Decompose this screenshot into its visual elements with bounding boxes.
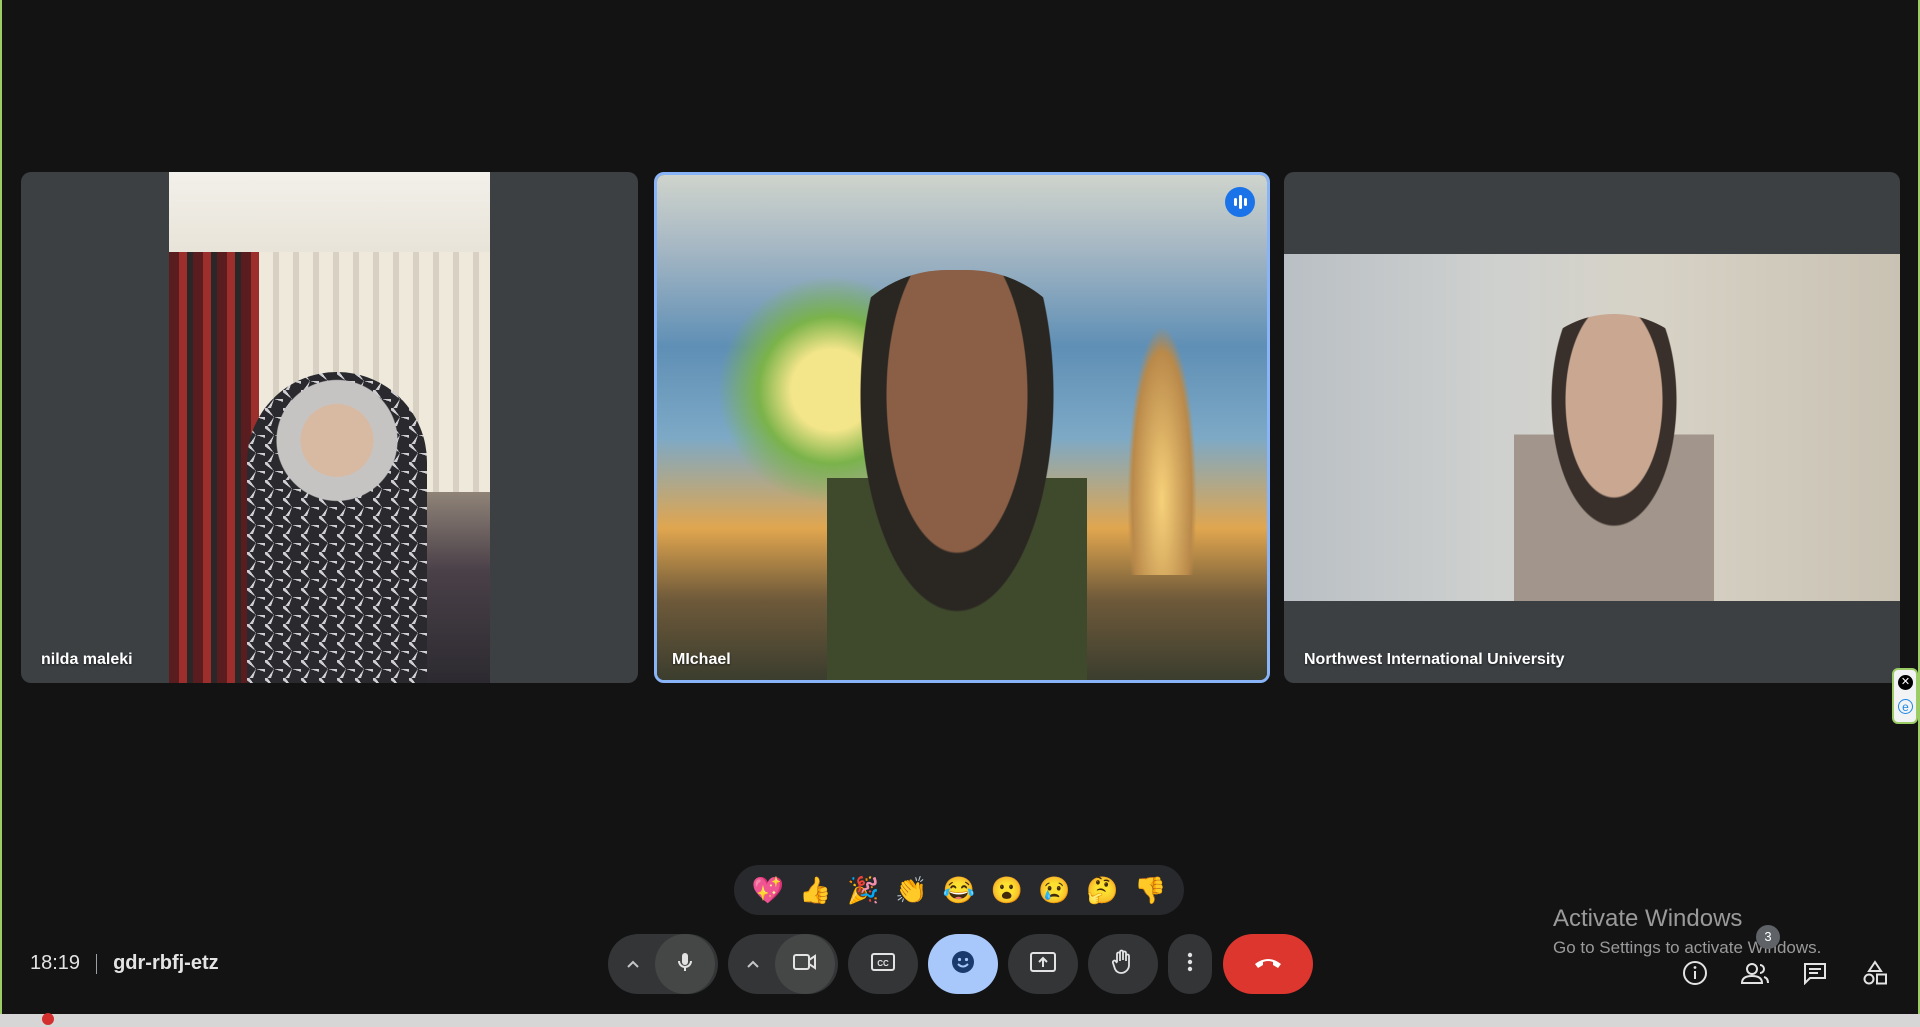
- participant-name: MIchael: [672, 651, 731, 668]
- participant-video: [1284, 254, 1900, 601]
- meeting-code[interactable]: gdr-rbfj-etz: [113, 952, 219, 975]
- emoji-icon: [950, 949, 976, 980]
- emoji-reactions-button[interactable]: [928, 934, 998, 994]
- window-border-left: [0, 0, 2, 1027]
- more-options-button[interactable]: [1168, 934, 1212, 994]
- captions-icon: CC: [870, 952, 896, 977]
- people-count-badge: 3: [1756, 925, 1780, 949]
- microphone-control: [608, 934, 718, 994]
- raise-hand-button[interactable]: [1088, 934, 1158, 994]
- camera-control: [728, 934, 838, 994]
- svg-text:CC: CC: [877, 959, 889, 968]
- reaction-sad[interactable]: 😢: [1033, 868, 1077, 912]
- watermark-title: Activate Windows: [1553, 905, 1743, 932]
- activities-icon: [1862, 959, 1888, 991]
- close-icon[interactable]: ✕: [1898, 675, 1913, 690]
- extension-icon[interactable]: e: [1898, 699, 1913, 714]
- captions-button[interactable]: CC: [848, 934, 918, 994]
- reaction-thinking[interactable]: 🤔: [1080, 868, 1124, 912]
- people-icon: [1740, 961, 1770, 990]
- taskbar-app-icon[interactable]: [42, 1013, 54, 1025]
- participant-name: nilda maleki: [41, 651, 133, 668]
- present-screen-button[interactable]: [1008, 934, 1078, 994]
- reaction-party[interactable]: 🎉: [841, 868, 885, 912]
- people-button[interactable]: [1735, 955, 1775, 995]
- reaction-heart[interactable]: 💖: [746, 868, 790, 912]
- camera-icon: [792, 952, 818, 977]
- meeting-info: 18:19 gdr-rbfj-etz: [30, 952, 219, 975]
- reaction-thumbs-down[interactable]: 👎: [1128, 868, 1172, 912]
- participant-video: [657, 175, 1267, 680]
- speaking-indicator-icon: [1225, 187, 1255, 217]
- reaction-clap[interactable]: 👏: [889, 868, 933, 912]
- reaction-bar: 💖 👍 🎉 👏 😂 😮 😢 🤔 👎: [734, 865, 1184, 915]
- meeting-time: 18:19: [30, 952, 81, 974]
- leave-call-button[interactable]: [1223, 934, 1313, 994]
- participant-tile[interactable]: nilda maleki: [21, 172, 638, 683]
- microphone-button[interactable]: [655, 934, 715, 994]
- extension-widget[interactable]: ✕ e: [1892, 668, 1918, 724]
- windows-activation-watermark: Activate Windows Go to Settings to activ…: [1553, 905, 1821, 958]
- camera-button[interactable]: [775, 934, 835, 994]
- end-call-icon: [1252, 954, 1284, 975]
- microphone-icon: [673, 950, 697, 979]
- participant-tile[interactable]: Northwest International University: [1284, 172, 1900, 683]
- chat-icon: [1802, 961, 1828, 990]
- reaction-surprised[interactable]: 😮: [985, 868, 1029, 912]
- participant-name: Northwest International University: [1304, 651, 1565, 668]
- participant-tile-speaking[interactable]: MIchael: [654, 172, 1270, 683]
- audio-options-button[interactable]: [611, 959, 655, 969]
- participant-video: [169, 172, 490, 683]
- info-icon: [1682, 960, 1708, 991]
- activities-button[interactable]: [1855, 955, 1895, 995]
- reaction-laugh[interactable]: 😂: [937, 868, 981, 912]
- present-screen-icon: [1029, 951, 1057, 978]
- meeting-details-button[interactable]: [1675, 955, 1715, 995]
- video-options-button[interactable]: [731, 959, 775, 969]
- raise-hand-icon: [1110, 948, 1136, 981]
- more-options-icon: [1187, 951, 1193, 978]
- taskbar: [0, 1014, 1920, 1027]
- chat-button[interactable]: [1795, 955, 1835, 995]
- divider: [96, 953, 98, 974]
- reaction-thumbs-up[interactable]: 👍: [794, 868, 838, 912]
